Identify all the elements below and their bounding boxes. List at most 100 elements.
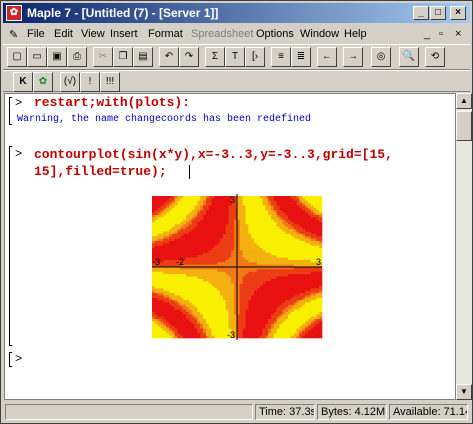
contour-cell [293,323,297,327]
input-contourplot-line1[interactable]: contourplot(sin(x*y),x=-3..3,y=-3..3,gri… [34,147,393,162]
contour-cell [222,238,226,242]
contour-cell [256,309,260,313]
copy-icon[interactable]: ❐ [113,47,133,67]
contour-cell [228,233,232,237]
contour-cell [186,269,190,273]
vertical-scrollbar[interactable]: ▲ ▼ [456,93,472,400]
maximize-button[interactable]: □ [430,6,446,20]
contour-cell [186,200,190,204]
menu-spreadsheet[interactable]: Spreadsheet [191,28,253,40]
contour-cell [290,316,294,320]
stop-icon[interactable]: ◎ [371,47,391,67]
contour-cell [174,245,178,249]
contour-cell [208,255,212,258]
contour-cell [310,295,314,299]
maple-leaf-tool-icon[interactable]: ✿ [33,72,53,92]
contour-cell [279,321,283,325]
minimize-button[interactable]: _ [413,6,429,20]
contour-cell [302,203,306,206]
menu-edit[interactable]: Edit [54,28,73,40]
insert-prompt-icon[interactable]: [› [245,47,265,67]
contour-cell [154,214,158,218]
paste-icon[interactable]: ▤ [133,47,153,67]
input-contourplot-line2[interactable]: 15],filled=true); [34,164,167,179]
contour-plot[interactable]: 3 -3 -3 -2 3 [148,192,326,342]
zoom-icon[interactable]: 🔍 [399,47,419,67]
outdent-icon[interactable]: ≣ [291,47,311,67]
prompt-3[interactable]: > [15,352,22,366]
menu-insert[interactable]: Insert [110,28,138,40]
contour-cell [251,288,255,291]
contour-cell [288,297,292,301]
contour-cell [282,243,286,246]
contour-cell [319,319,323,322]
undo-icon[interactable]: ↶ [159,47,179,67]
title-bar[interactable]: ✿ Maple 7 - [Untitled (7) - [Server 1]] … [3,3,470,23]
doc-close-button[interactable]: × [455,28,461,40]
contour-cell [163,314,167,317]
scroll-up-icon[interactable]: ▲ [456,93,472,109]
contour-cell [166,240,170,244]
contour-cell [220,210,224,213]
print-icon[interactable]: ⎙ [67,47,87,67]
scroll-down-icon[interactable]: ▼ [456,384,472,400]
menu-view[interactable]: View [81,28,105,40]
contour-cell [282,278,286,282]
cut-icon[interactable]: ✂ [93,47,113,67]
contour-cell [282,200,286,204]
exec-all-button[interactable]: !!! [100,72,120,92]
contour-cell [279,300,283,303]
contour-cell [307,288,311,291]
contour-cell [166,198,170,202]
contour-cell [271,321,275,325]
close-button[interactable]: × [450,6,466,20]
save-icon[interactable]: ▣ [47,47,67,67]
contour-cell [186,297,190,301]
sqrt-button[interactable]: (√) [60,72,80,92]
restart-icon[interactable]: ⟲ [425,47,445,67]
text-icon[interactable]: T [225,47,245,67]
contour-cell [163,326,167,329]
contour-cell [169,316,173,320]
back-icon[interactable]: ← [317,47,337,67]
exec-button[interactable]: ! [80,72,100,92]
contour-cell [273,274,277,277]
contour-cell [302,262,306,265]
contour-cell [245,255,249,258]
contour-cell [268,217,272,220]
contour-cell [171,295,175,299]
contour-cell [194,214,198,218]
contour-cell [319,243,323,246]
forward-icon[interactable]: → [343,47,363,67]
sigma-icon[interactable]: Σ [205,47,225,67]
contour-cell [296,252,300,256]
doc-minimize-button[interactable]: _ [424,28,430,40]
redo-icon[interactable]: ↷ [179,47,199,67]
contour-cell [290,214,294,218]
menu-window[interactable]: Window [300,28,339,40]
contour-cell [313,250,317,254]
input-restart[interactable]: restart;with(plots): [34,95,190,110]
contour-cell [228,240,232,244]
contour-cell [293,257,297,261]
contour-cell [180,326,184,329]
maple-leaf-icon[interactable]: ✿ [6,5,22,21]
scroll-thumb[interactable] [456,111,472,141]
contour-cell [208,250,212,254]
contour-cell [197,226,201,230]
menu-help[interactable]: Help [344,28,367,40]
open-file-icon[interactable]: ▭ [27,47,47,67]
k-button[interactable]: K [13,72,33,92]
indent-icon[interactable]: ≡ [271,47,291,67]
worksheet[interactable]: > restart;with(plots): Warning, the name… [4,93,456,400]
doc-restore-button[interactable]: ▫ [439,28,443,40]
menu-options[interactable]: Options [256,28,294,40]
contour-cell [191,304,195,308]
contour-cell [245,212,249,216]
contour-cell [152,333,156,336]
new-file-icon[interactable]: ▢ [7,47,27,67]
menu-format[interactable]: Format [148,28,183,40]
menu-file[interactable]: File [27,28,45,40]
contour-cell [231,269,235,273]
doc-icon[interactable]: ✎ [9,28,18,41]
